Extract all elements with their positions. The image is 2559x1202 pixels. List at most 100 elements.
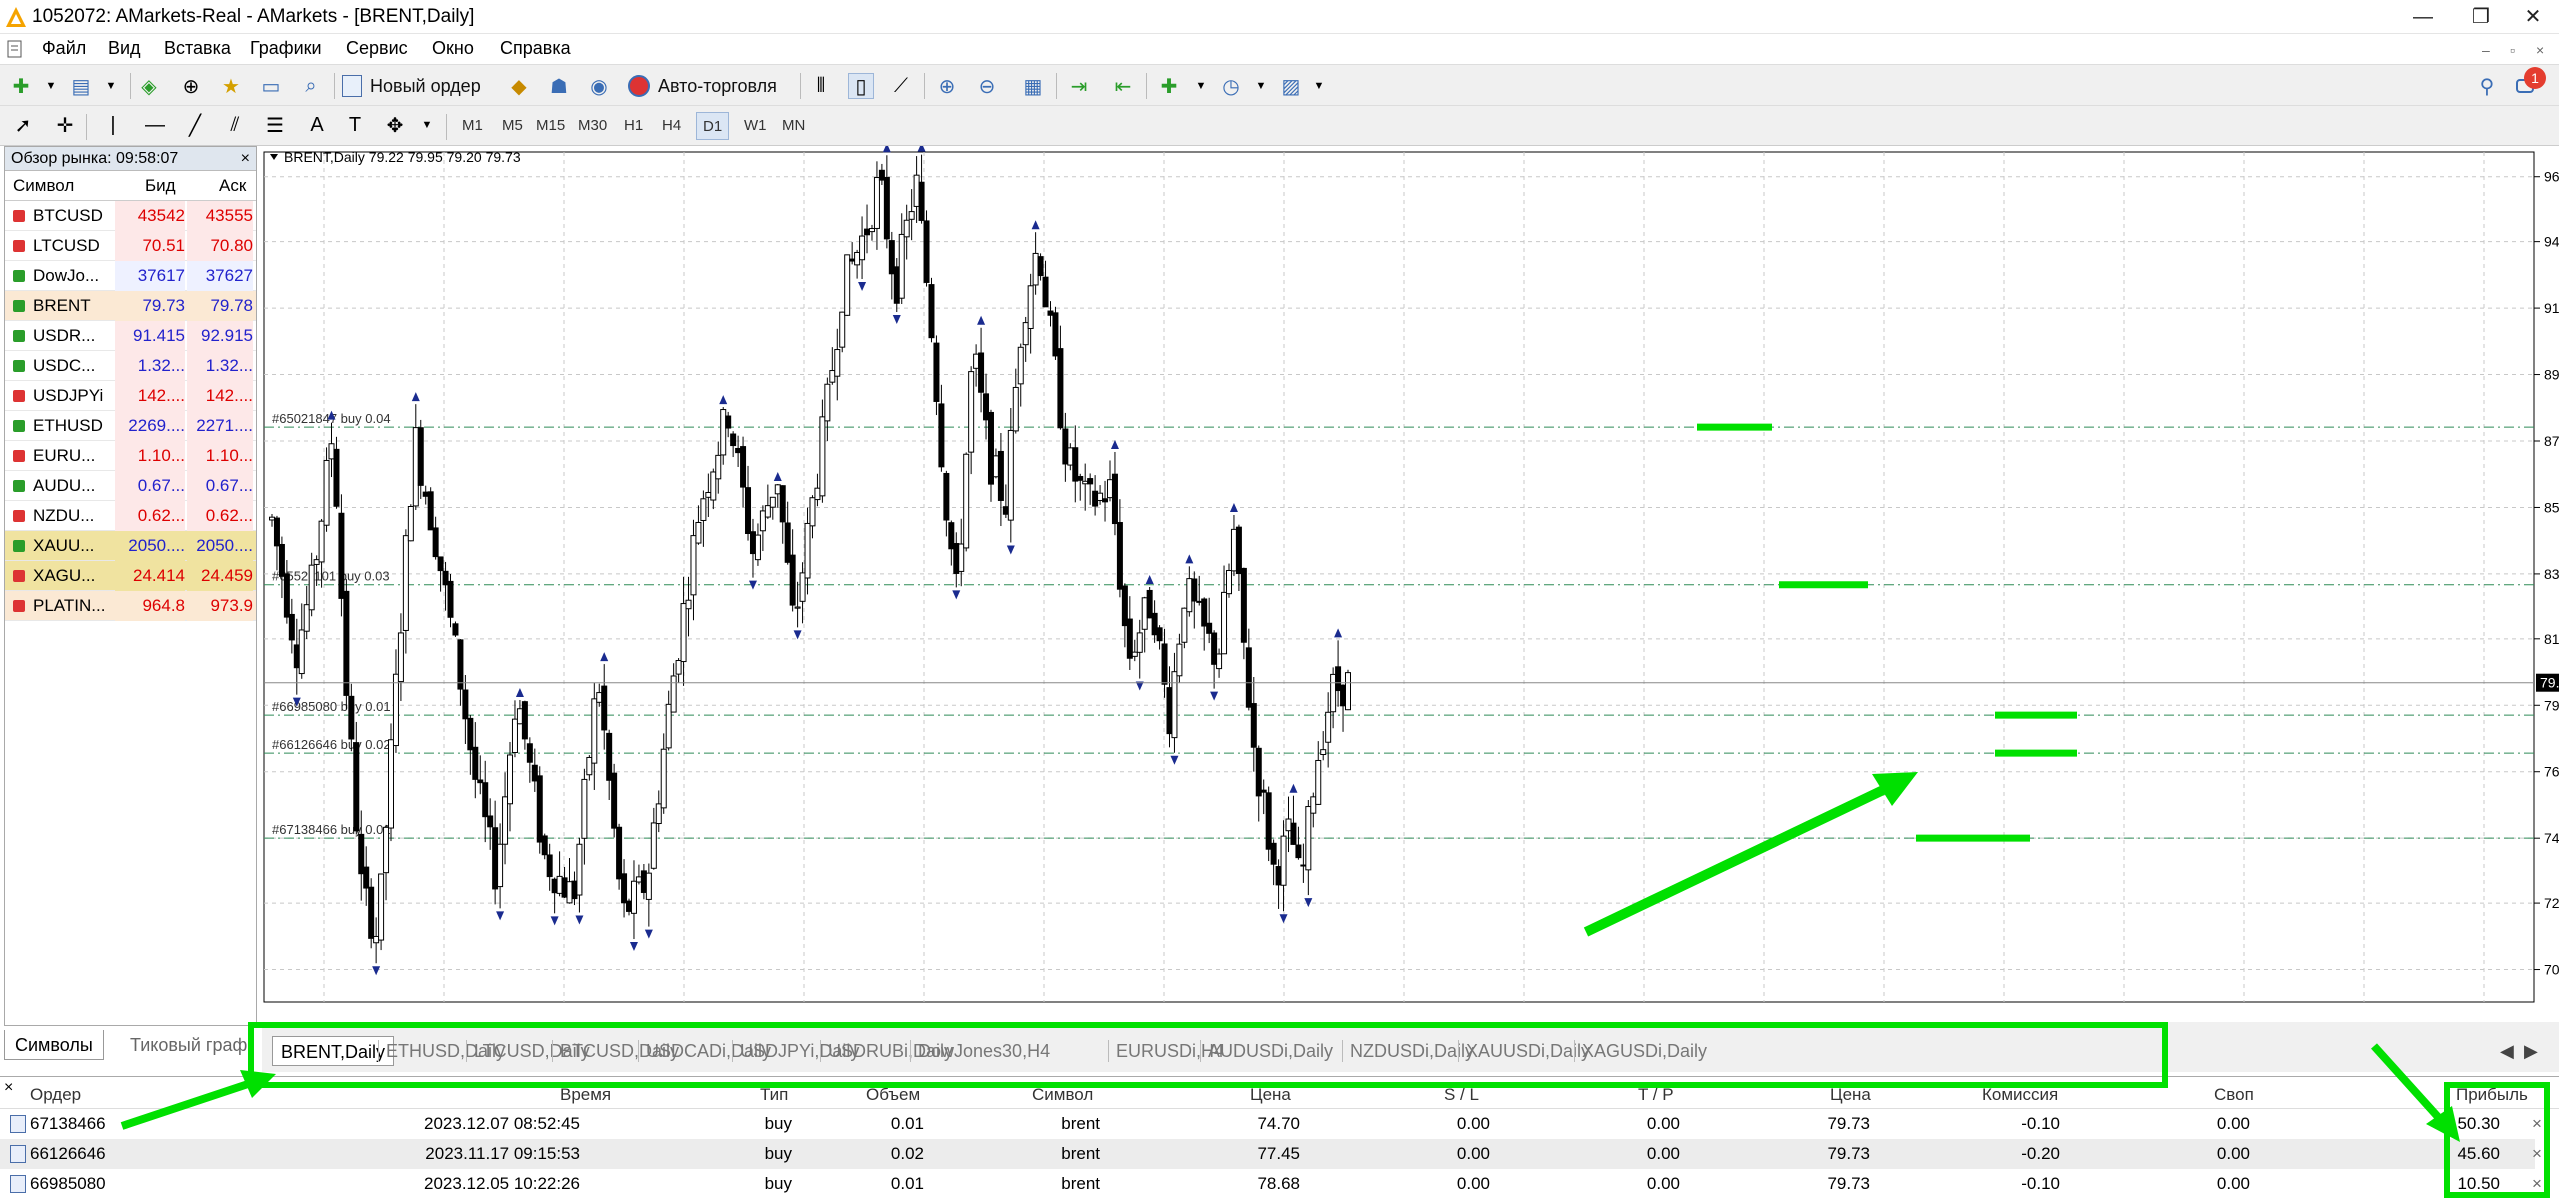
data-window-icon[interactable]: ★ xyxy=(218,73,244,99)
strategy-tester-icon[interactable]: ⌕ xyxy=(298,73,324,99)
timeframe-d1[interactable]: D1 xyxy=(696,112,730,140)
menu-window[interactable]: Окно xyxy=(432,38,474,59)
menu-tools[interactable]: Сервис xyxy=(346,38,408,59)
zoom-in-icon[interactable]: ⊕ xyxy=(934,73,960,99)
zoom-out-icon[interactable]: ⊖ xyxy=(974,73,1000,99)
navigator-icon[interactable]: ⊕ xyxy=(178,73,204,99)
column-header-ask[interactable]: Аск xyxy=(219,176,246,196)
column-header-symbol[interactable]: Символ xyxy=(13,176,74,196)
timeframe-m5[interactable]: M5 xyxy=(496,112,529,140)
profiles-icon[interactable]: ▤ xyxy=(68,73,94,99)
market-watch-row[interactable]: PLATIN... 964.8 973.9 xyxy=(5,591,256,621)
close-button[interactable]: ✕ xyxy=(2510,2,2556,32)
arrows-icon[interactable]: ✥ xyxy=(382,112,408,138)
timeframe-mn[interactable]: MN xyxy=(776,112,811,140)
cursor-icon[interactable]: ➚ xyxy=(10,112,36,138)
market-watch-row[interactable]: ETHUSD 2269.... 2271.... xyxy=(5,411,256,441)
tabs-scroll-right-icon[interactable]: ▶ xyxy=(2524,1036,2538,1066)
menu-file[interactable]: Файл xyxy=(42,38,86,59)
terminal-icon[interactable]: ▭ xyxy=(258,73,284,99)
menu-insert[interactable]: Вставка xyxy=(164,38,231,59)
column-header-price[interactable]: Цена xyxy=(1250,1085,1291,1105)
market-watch-row[interactable]: BTCUSD 43542 43555 xyxy=(5,201,256,231)
timeframe-w1[interactable]: W1 xyxy=(738,112,773,140)
order-row[interactable]: 66985080 2023.12.05 10:22:26 buy 0.01 brent 7… xyxy=(0,1169,2542,1199)
trendline-icon[interactable]: ╱ xyxy=(182,112,208,138)
notifications-icon[interactable]: 1 xyxy=(2514,67,2546,95)
market-watch-row[interactable]: LTCUSD 70.51 70.80 xyxy=(5,231,256,261)
market-watch-row[interactable]: BRENT 79.73 79.78 xyxy=(5,291,256,321)
auto-scroll-icon[interactable]: ⇥ xyxy=(1066,73,1092,99)
column-header-bid[interactable]: Бид xyxy=(145,176,176,196)
new-chart-icon[interactable]: ✚ xyxy=(8,73,34,99)
dropdown-arrow-icon[interactable]: ▼ xyxy=(38,73,64,99)
timeframe-h1[interactable]: H1 xyxy=(618,112,649,140)
column-header-type[interactable]: Тип xyxy=(760,1085,788,1105)
column-header-current-price[interactable]: Цена xyxy=(1830,1085,1871,1105)
bar-chart-icon[interactable]: ⫴ xyxy=(808,73,834,99)
horizontal-line-icon[interactable]: — xyxy=(142,112,168,138)
dropdown-arrow-icon[interactable]: ▼ xyxy=(98,73,124,99)
fibonacci-icon[interactable]: ☰ xyxy=(262,112,288,138)
minimize-button[interactable]: — xyxy=(2400,2,2446,32)
chart-canvas[interactable]: 96.10 94.00 91.85 89.70 87.55 85.40 83.25 81.15… xyxy=(262,142,2559,1014)
menu-charts[interactable]: Графики xyxy=(250,38,322,59)
line-chart-icon[interactable]: ⟋ xyxy=(888,73,914,99)
mdi-minimize-button[interactable]: – xyxy=(2482,42,2490,58)
column-header-swap[interactable]: Своп xyxy=(2214,1085,2254,1105)
column-header-sl[interactable]: S / L xyxy=(1444,1085,1479,1105)
price-chart[interactable]: 96.10 94.00 91.85 89.70 87.55 85.40 83.25 81.15… xyxy=(262,142,2559,1014)
column-header-time[interactable]: Время xyxy=(560,1085,611,1105)
text-label-icon[interactable]: T xyxy=(342,112,368,138)
market-watch-row[interactable]: AUDU... 0.67... 0.67... xyxy=(5,471,256,501)
column-header-commission[interactable]: Комиссия xyxy=(1982,1085,2058,1105)
templates-icon[interactable]: ▨ xyxy=(1278,73,1304,99)
tabs-scroll-left-icon[interactable]: ◀ xyxy=(2500,1036,2514,1066)
meta-editor-icon[interactable]: ◆ xyxy=(506,73,532,99)
market-watch-row[interactable]: EURU... 1.10... 1.10... xyxy=(5,441,256,471)
new-order-button[interactable]: Новый ордер xyxy=(342,72,481,100)
column-header-order[interactable]: Ордер xyxy=(30,1085,81,1105)
dropdown-arrow-icon[interactable]: ▼ xyxy=(414,112,440,138)
market-watch-row[interactable]: DowJo... 37617 37627 xyxy=(5,261,256,291)
timeframe-m1[interactable]: M1 xyxy=(456,112,489,140)
auto-trading-button[interactable]: Авто-торговля xyxy=(628,72,777,100)
market-watch-row[interactable]: USDR... 91.415 92.915 xyxy=(5,321,256,351)
indicators-icon[interactable]: ✚ xyxy=(1156,73,1182,99)
tile-windows-icon[interactable]: ▦ xyxy=(1020,73,1046,99)
market-watch-row[interactable]: USDC... 1.32... 1.32... xyxy=(5,351,256,381)
chart-shift-icon[interactable]: ⇤ xyxy=(1110,73,1136,99)
crosshair-icon[interactable]: ✛ xyxy=(52,112,78,138)
text-icon[interactable]: A xyxy=(304,112,330,138)
market-watch-row[interactable]: XAGU... 24.414 24.459 xyxy=(5,561,256,591)
menu-view[interactable]: Вид xyxy=(108,38,141,59)
timeframe-m30[interactable]: M30 xyxy=(572,112,613,140)
dropdown-arrow-icon[interactable]: ▼ xyxy=(1248,73,1274,99)
timeframe-h4[interactable]: H4 xyxy=(656,112,687,140)
column-header-symbol[interactable]: Символ xyxy=(1032,1085,1093,1105)
tab-tick-chart[interactable]: Тиковый граф xyxy=(120,1030,260,1060)
column-header-tp[interactable]: T / P xyxy=(1638,1085,1674,1105)
candlestick-icon[interactable]: ▯ xyxy=(848,73,874,99)
order-row[interactable]: 67138466 2023.12.07 08:52:45 buy 0.01 brent 7… xyxy=(0,1109,2542,1139)
dropdown-arrow-icon[interactable]: ▼ xyxy=(1306,73,1332,99)
mdi-restore-button[interactable]: ▫ xyxy=(2510,42,2515,58)
order-row[interactable]: 66126646 2023.11.17 09:15:53 buy 0.02 brent 7… xyxy=(0,1139,2542,1169)
signals-icon[interactable]: ☗ xyxy=(546,73,572,99)
market-watch-row[interactable]: XAUU... 2050.... 2050.... xyxy=(5,531,256,561)
menu-help[interactable]: Справка xyxy=(500,38,571,59)
vertical-line-icon[interactable]: | xyxy=(100,112,126,138)
mdi-close-button[interactable]: × xyxy=(2536,42,2544,58)
market-watch-icon[interactable]: ◈ xyxy=(136,73,162,99)
search-icon[interactable]: ⚲ xyxy=(2474,73,2500,99)
market-watch-row[interactable]: NZDU... 0.62... 0.62... xyxy=(5,501,256,531)
tab-symbols[interactable]: Символы xyxy=(4,1030,104,1060)
dropdown-arrow-icon[interactable]: ▼ xyxy=(1188,73,1214,99)
market-watch-row[interactable]: USDJPYi 142.... 142.... xyxy=(5,381,256,411)
close-icon[interactable]: × xyxy=(241,147,250,171)
column-header-volume[interactable]: Объем xyxy=(866,1085,920,1105)
timeframe-m15[interactable]: M15 xyxy=(530,112,571,140)
maximize-button[interactable]: ❐ xyxy=(2458,2,2504,32)
periods-icon[interactable]: ◷ xyxy=(1218,73,1244,99)
market-icon[interactable]: ◉ xyxy=(586,73,612,99)
